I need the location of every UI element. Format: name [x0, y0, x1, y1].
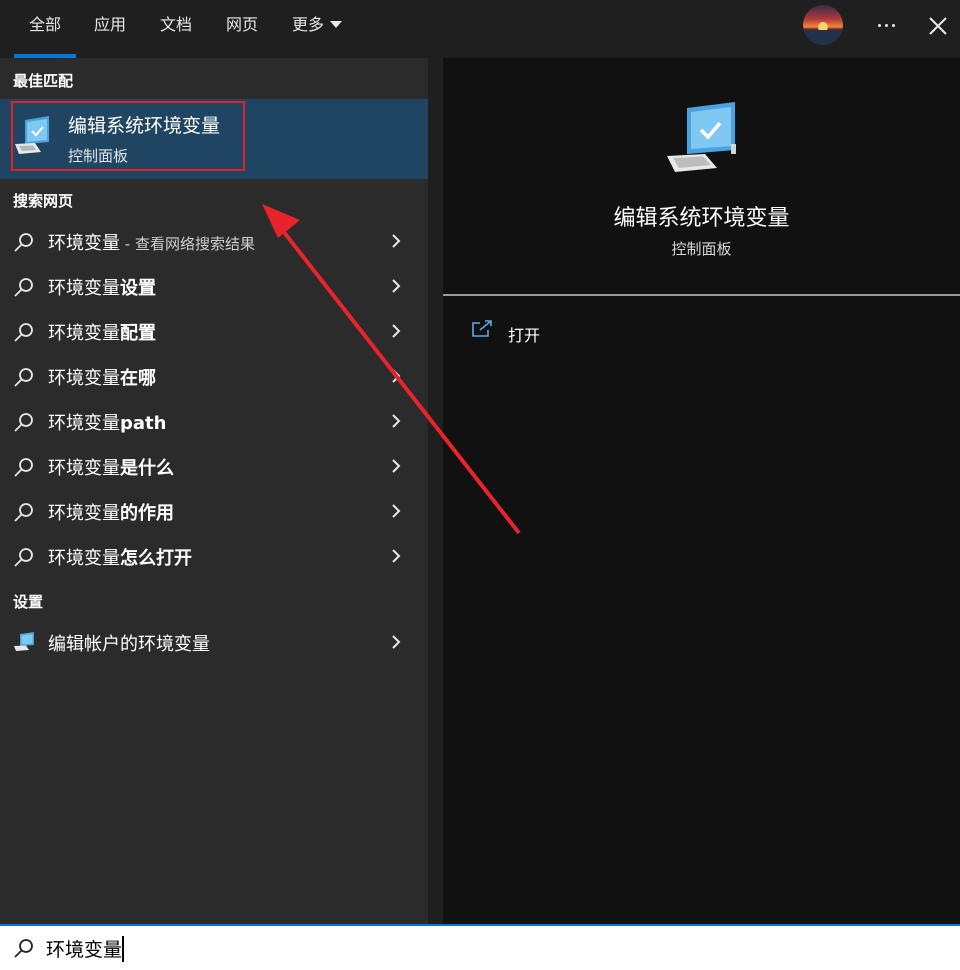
chevron-right-icon: [392, 549, 401, 563]
chevron-right-icon: [392, 459, 401, 473]
section-title-best-match: 最佳匹配: [13, 72, 74, 90]
web-result-label: 环境变量的作用: [48, 503, 174, 524]
search-icon: [14, 939, 33, 958]
web-result-item[interactable]: 环境变量在哪: [0, 354, 428, 399]
section-title-settings: 设置: [13, 593, 44, 611]
web-result-item[interactable]: 环境变量配置: [0, 309, 428, 354]
open-action-label: 打开: [508, 326, 541, 345]
detail-panel: 编辑系统环境变量 控制面板 打开: [443, 58, 960, 924]
web-result-label: 环境变量path: [48, 413, 167, 434]
tab-apps[interactable]: 应用: [84, 0, 136, 58]
caret-down-icon: [330, 20, 342, 28]
detail-title: 编辑系统环境变量: [613, 206, 790, 231]
web-result-label: 环境变量配置: [48, 323, 156, 344]
web-result-item[interactable]: 环境变量的作用: [0, 489, 428, 534]
search-icon: [14, 548, 33, 567]
web-result-item[interactable]: 环境变量 - 查看网络搜索结果: [0, 219, 428, 264]
chevron-right-icon: [392, 414, 401, 428]
computer-settings-icon: [14, 632, 34, 651]
search-input[interactable]: [46, 932, 926, 964]
chevron-right-icon: [392, 279, 401, 293]
web-result-item[interactable]: 环境变量是什么: [0, 444, 428, 489]
settings-result-item[interactable]: 编辑帐户的环境变量: [0, 620, 428, 665]
chevron-right-icon: [392, 504, 401, 518]
settings-result-label: 编辑帐户的环境变量: [48, 634, 210, 655]
detail-subtitle: 控制面板: [671, 240, 732, 258]
open-action[interactable]: 打开: [463, 314, 663, 350]
search-icon: [14, 503, 33, 522]
chevron-right-icon: [392, 369, 401, 383]
system-properties-icon: [667, 102, 736, 172]
web-result-label: 环境变量怎么打开: [48, 548, 192, 569]
search-icon: [14, 278, 33, 297]
avatar-image: [803, 5, 843, 45]
search-icon: [14, 458, 33, 477]
chevron-right-icon: [392, 234, 401, 248]
divider: [443, 294, 960, 296]
tab-documents[interactable]: 文档: [150, 0, 202, 58]
open-external-icon: [472, 320, 492, 337]
web-result-label: 环境变量设置: [48, 278, 156, 299]
search-icon: [14, 323, 33, 342]
web-result-item[interactable]: 环境变量设置: [0, 264, 428, 309]
text-cursor: [122, 936, 124, 962]
web-result-label: 环境变量 - 查看网络搜索结果: [48, 233, 255, 254]
search-icon: [14, 368, 33, 387]
search-icon: [14, 233, 33, 252]
tab-all[interactable]: 全部: [14, 0, 76, 58]
web-result-item[interactable]: 环境变量怎么打开: [0, 534, 428, 579]
chevron-right-icon: [392, 635, 401, 649]
highlight-box: [11, 101, 245, 171]
search-icon: [14, 413, 33, 432]
search-bar: [0, 924, 960, 970]
web-result-label: 环境变量在哪: [48, 368, 156, 389]
web-result-item[interactable]: 环境变量path: [0, 399, 428, 444]
close-icon[interactable]: [920, 6, 956, 44]
section-title-search-web: 搜索网页: [13, 192, 74, 210]
tab-web[interactable]: 网页: [216, 0, 268, 58]
top-bar: 全部 应用 文档 网页 更多: [0, 0, 960, 58]
tab-more-label: 更多: [291, 15, 324, 34]
results-panel: 最佳匹配 编辑系统环境变量 控制面板 搜索网页 环境变量 - 查看网络搜索结果 …: [0, 58, 428, 924]
avatar[interactable]: [803, 5, 843, 45]
web-result-label: 环境变量是什么: [48, 458, 174, 479]
tab-more[interactable]: 更多: [282, 0, 352, 58]
chevron-right-icon: [392, 324, 401, 338]
more-options-icon[interactable]: [866, 8, 906, 42]
